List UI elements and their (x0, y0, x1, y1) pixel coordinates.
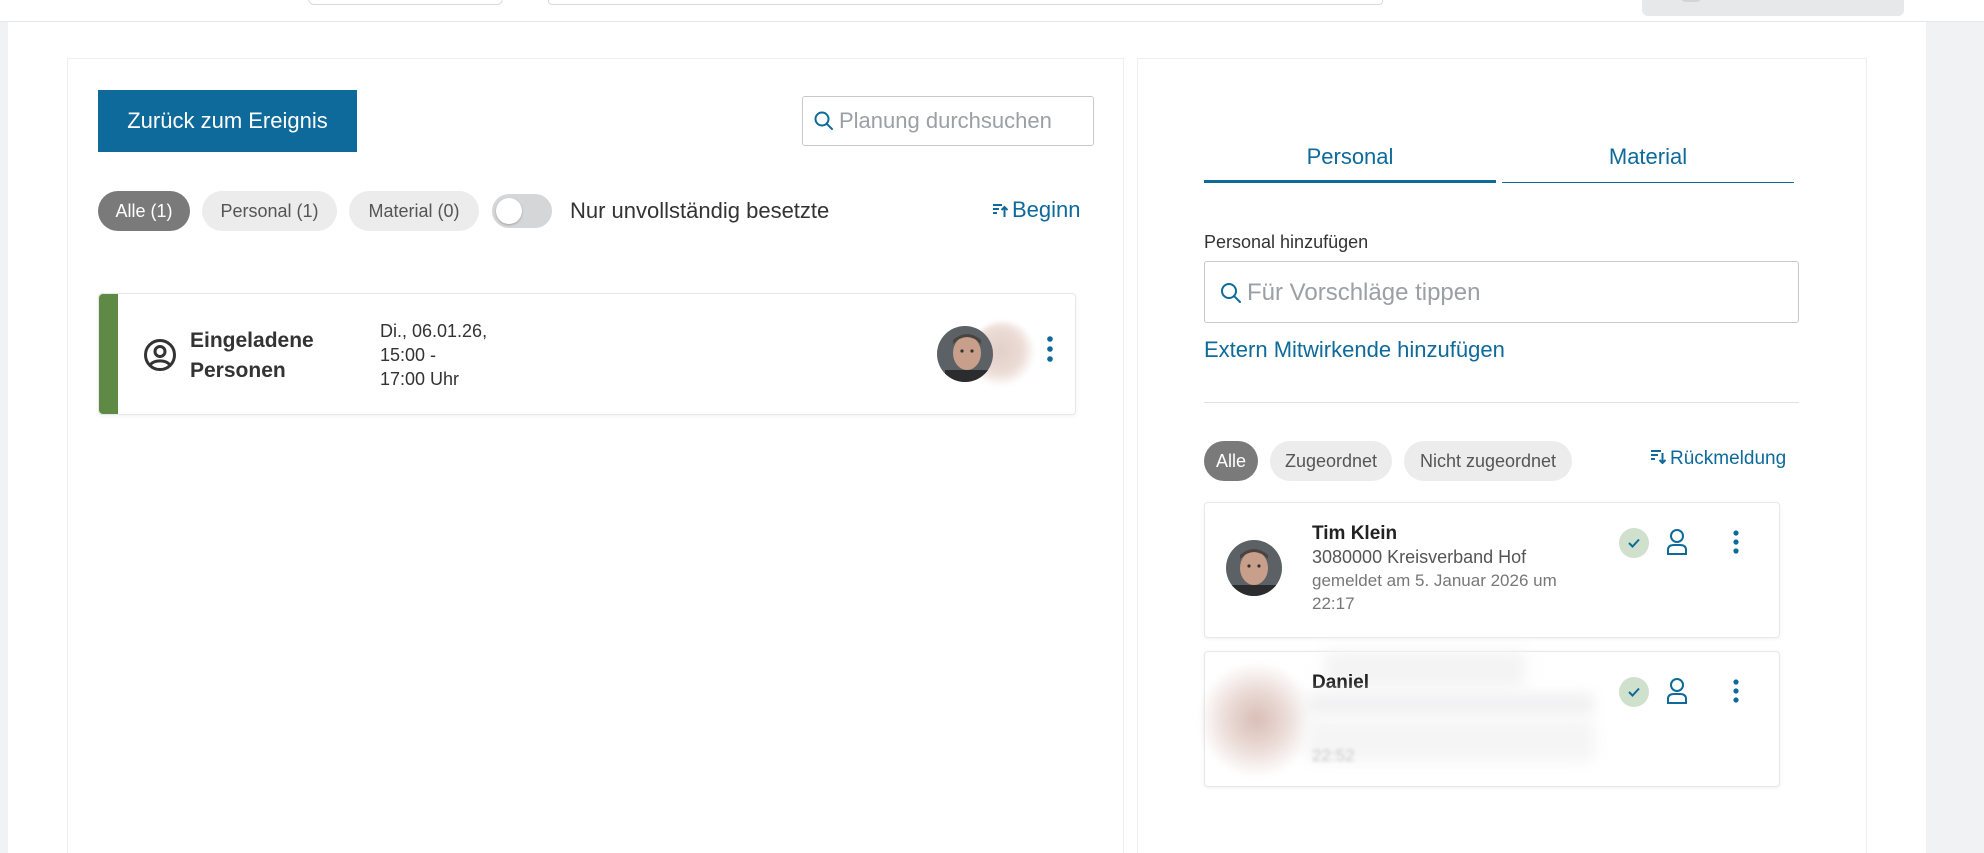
sort-by-response-button[interactable]: Rückmeldung (1650, 446, 1786, 472)
sort-by-begin-label: Beginn (1012, 197, 1081, 222)
filter-all-chip[interactable]: Alle (1) (98, 191, 190, 231)
top-bar-dropdown[interactable] (308, 0, 503, 5)
event-date-line3: 17:00 Uhr (380, 369, 460, 389)
event-more-icon[interactable] (1047, 336, 1053, 367)
redacted-organization (1305, 692, 1595, 716)
incomplete-only-label: Nur unvollständig besetzte (570, 198, 830, 223)
top-bar-search[interactable] (548, 0, 1383, 5)
tab-material[interactable]: Material (1502, 140, 1794, 183)
event-date: Di., 06.01.26, 15:00 - 17:00 Uhr (380, 319, 530, 391)
toggle-knob (496, 198, 522, 224)
top-bar-user-menu[interactable] (1642, 0, 1904, 16)
add-personnel-label: Personal hinzufügen (1204, 232, 1369, 252)
avatar (1226, 540, 1282, 596)
add-personnel-input[interactable] (1247, 278, 1787, 308)
event-date-line2: 15:00 - (380, 345, 437, 365)
person-card[interactable]: Tim Klein 3080000 Kreisverband Hof gemel… (1204, 502, 1780, 638)
person-name: Tim Klein (1312, 523, 1398, 544)
page-scrollbar-track (1926, 22, 1984, 853)
filter-personal-chip[interactable]: Personal (1) (202, 191, 337, 231)
person-response-time: 22:52 (1312, 746, 1355, 765)
filter-material-chip[interactable]: Material (0) (349, 191, 479, 231)
person-more-icon[interactable] (1733, 530, 1739, 559)
avatar (937, 326, 993, 382)
sort-by-begin-button[interactable]: Beginn (992, 196, 1081, 225)
confirmed-status-icon (1619, 677, 1649, 707)
confirmed-status-icon (1619, 528, 1649, 558)
event-status-stripe (99, 294, 118, 414)
event-title-line1: Eingeladene (190, 329, 314, 352)
person-card[interactable]: Daniel 22:52 (1185, 651, 1780, 787)
back-to-event-button[interactable]: Zurück zum Ereignis (98, 90, 357, 152)
user-circle-icon (143, 338, 177, 377)
filter-unassigned-chip[interactable]: Nicht zugeordnet (1404, 441, 1572, 481)
user-avatar (1680, 0, 1702, 2)
search-icon (813, 110, 835, 137)
person-organization: 3080000 Kreisverband Hof (1312, 547, 1527, 567)
divider (1204, 402, 1799, 403)
add-personnel-search[interactable] (1204, 261, 1799, 323)
planning-search[interactable] (802, 96, 1094, 146)
incomplete-only-toggle[interactable] (492, 194, 552, 228)
person-name: Daniel (1312, 672, 1370, 693)
search-icon (1219, 281, 1243, 310)
avatar-blurred (1185, 654, 1315, 780)
sort-by-response-label: Rückmeldung (1670, 448, 1787, 470)
sort-ascending-icon (992, 197, 1009, 225)
event-title-line2: Personen (190, 359, 286, 382)
planning-search-input[interactable] (839, 107, 1087, 135)
filter-assigned-chip[interactable]: Zugeordnet (1270, 441, 1392, 481)
add-external-link[interactable]: Extern Mitwirkende hinzufügen (1204, 336, 1505, 364)
planning-panel (67, 58, 1124, 853)
event-card[interactable]: Eingeladene Personen Di., 06.01.26, 15:0… (98, 293, 1076, 415)
assign-user-icon[interactable] (1666, 677, 1688, 710)
event-title: Eingeladene Personen (190, 326, 350, 386)
tab-personal[interactable]: Personal (1204, 140, 1496, 183)
event-date-line1: Di., 06.01.26, (380, 321, 488, 341)
filter-all-chip[interactable]: Alle (1204, 441, 1258, 481)
person-response-time: gemeldet am 5. Januar 2026 um 22:17 (1312, 571, 1557, 613)
person-more-icon[interactable] (1733, 679, 1739, 708)
assign-user-icon[interactable] (1666, 528, 1688, 561)
sort-icon (1650, 446, 1667, 472)
